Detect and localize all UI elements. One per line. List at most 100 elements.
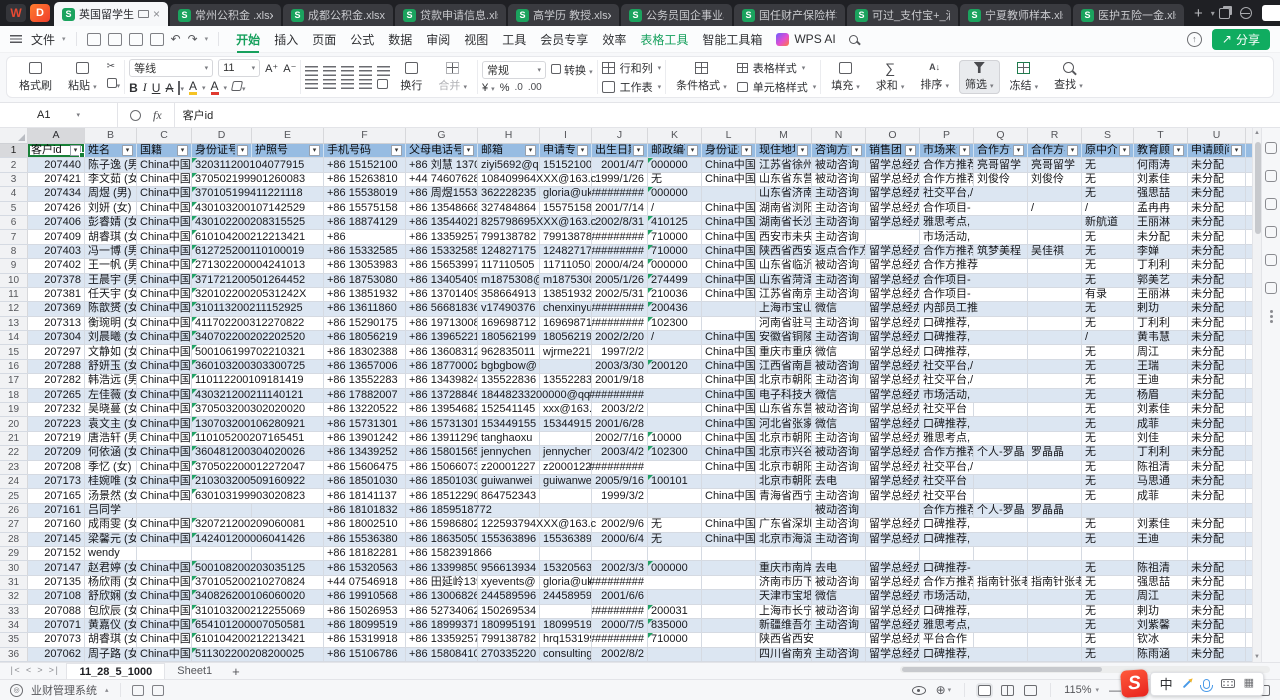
cell[interactable] bbox=[648, 389, 702, 402]
cell[interactable]: China中国 bbox=[137, 288, 192, 301]
cell[interactable]: 864752343 bbox=[478, 489, 540, 502]
cell[interactable]: 山东省菏泽 bbox=[756, 274, 812, 287]
cell[interactable]: 文静如 (女 bbox=[85, 345, 137, 358]
cell[interactable]: +86 1360831276 bbox=[406, 345, 478, 358]
cell[interactable]: 陈祖清 bbox=[1134, 461, 1188, 474]
cell[interactable]: 北京市朝阳 bbox=[756, 432, 812, 445]
cell[interactable] bbox=[974, 360, 1028, 373]
cell[interactable]: China中国 bbox=[137, 345, 192, 358]
orientation-icon[interactable] bbox=[377, 79, 388, 89]
cell[interactable]: 135522836 bbox=[540, 374, 592, 387]
header-cell[interactable]: 护照号▾ bbox=[252, 144, 324, 157]
align-right-icon[interactable] bbox=[341, 79, 354, 89]
cell[interactable]: 口碑推荐, bbox=[920, 605, 974, 618]
cell[interactable]: 合作方推荐 bbox=[920, 576, 974, 589]
cell[interactable]: +86 18753080 bbox=[324, 274, 406, 287]
record-icon[interactable] bbox=[132, 685, 144, 696]
cell[interactable]: 电子科技大 bbox=[756, 389, 812, 402]
cell[interactable]: China中国 bbox=[137, 259, 192, 272]
wps-logo[interactable]: W bbox=[6, 4, 26, 22]
cell[interactable]: 630103199903020823 bbox=[192, 489, 252, 502]
cell[interactable]: 留学总经办 bbox=[866, 633, 920, 646]
bold-button[interactable]: B bbox=[129, 81, 138, 95]
row-header[interactable]: 18 bbox=[0, 389, 28, 402]
file-menu[interactable]: 文件 bbox=[31, 31, 55, 48]
cell[interactable]: 雅思考点, bbox=[920, 216, 974, 229]
cell[interactable]: 上海市长宁 bbox=[756, 605, 812, 618]
cell[interactable]: 微信 bbox=[812, 345, 866, 358]
page-break-view-icon[interactable] bbox=[1001, 685, 1014, 696]
cell[interactable]: 799138782 bbox=[478, 633, 540, 646]
worksheet-button[interactable]: 工作表▾ bbox=[602, 79, 662, 95]
locate-icon[interactable]: ⊕▾ bbox=[936, 683, 952, 697]
cell[interactable]: 留学总经办 bbox=[866, 259, 920, 272]
cell[interactable]: +86 bbox=[324, 230, 406, 243]
cell[interactable]: China中国 bbox=[137, 576, 192, 589]
eraser-button[interactable]: ▾ bbox=[232, 81, 246, 94]
cell[interactable]: 370502200012272047 bbox=[192, 461, 252, 474]
cell[interactable]: +86 1598680231 bbox=[406, 518, 478, 531]
row-header[interactable]: 16 bbox=[0, 360, 28, 373]
cell[interactable]: 被动咨询 bbox=[812, 360, 866, 373]
name-box[interactable]: A1▾ bbox=[0, 103, 118, 127]
select-all-corner[interactable] bbox=[0, 128, 28, 143]
cell[interactable]: 平台合作 bbox=[920, 633, 974, 646]
cell[interactable]: 主动咨询 bbox=[812, 518, 866, 531]
cell[interactable] bbox=[1028, 605, 1082, 618]
cell[interactable]: China中国 bbox=[702, 446, 756, 459]
cell[interactable]: 罗晶晶 bbox=[1028, 446, 1082, 459]
cell[interactable]: +86 刘慧 137052 bbox=[406, 158, 478, 171]
cell[interactable]: 合作方推荐 bbox=[920, 446, 974, 459]
cell[interactable] bbox=[974, 202, 1028, 215]
sort-button[interactable]: A↓ 排序 ▾ bbox=[914, 60, 955, 94]
cell[interactable]: 未分配 bbox=[1188, 561, 1246, 574]
cell[interactable] bbox=[192, 504, 252, 517]
cell[interactable]: China中国 bbox=[702, 288, 756, 301]
cell[interactable]: 未分配 bbox=[1188, 461, 1246, 474]
filter-dropdown-button[interactable]: ▾ bbox=[237, 145, 248, 156]
separate-window-icon[interactable] bbox=[138, 10, 149, 18]
header-cell[interactable]: 咨询方式▾ bbox=[812, 144, 866, 157]
cell[interactable]: 207409 bbox=[28, 230, 85, 243]
row-header[interactable]: 34 bbox=[0, 619, 28, 632]
cell[interactable]: hrq153199 bbox=[540, 633, 592, 646]
cell[interactable]: 207147 bbox=[28, 561, 85, 574]
wrap-text-button[interactable]: 换行 bbox=[394, 60, 428, 95]
cell[interactable]: +86 1582391866 bbox=[406, 547, 478, 560]
cell[interactable]: +86 15320563 bbox=[324, 561, 406, 574]
cell[interactable]: 2001/4/7 bbox=[592, 158, 648, 171]
row-header[interactable]: 27 bbox=[0, 518, 28, 531]
cell[interactable]: 207406 bbox=[28, 216, 85, 229]
system-caret-icon[interactable]: ▴ bbox=[105, 686, 109, 694]
cell[interactable]: +86 1859518772 bbox=[406, 504, 478, 517]
cell[interactable]: +86 1850103098 bbox=[406, 475, 478, 488]
cell[interactable] bbox=[812, 547, 866, 560]
row-header[interactable]: 14 bbox=[0, 331, 28, 344]
cell[interactable] bbox=[974, 518, 1028, 531]
row-header[interactable]: 32 bbox=[0, 590, 28, 603]
cell[interactable]: 微信 bbox=[812, 417, 866, 430]
cell[interactable]: 无 bbox=[1082, 360, 1134, 373]
cell[interactable]: ######### bbox=[592, 461, 648, 474]
header-cell[interactable]: 现住地址▾ bbox=[756, 144, 812, 157]
cell[interactable]: 10000 bbox=[648, 432, 702, 445]
cell[interactable]: 无 bbox=[648, 173, 702, 186]
cell[interactable] bbox=[974, 561, 1028, 574]
cell[interactable]: +86 1580841090 bbox=[406, 648, 478, 661]
cell[interactable]: 西安市未央 bbox=[756, 230, 812, 243]
convert-button[interactable]: 转换 ▾ bbox=[551, 62, 593, 78]
cell[interactable]: 430102200208315525 bbox=[192, 216, 252, 229]
cell[interactable]: +86 1354402198 bbox=[406, 216, 478, 229]
decrease-font-button[interactable]: A⁻ bbox=[283, 62, 296, 75]
cell[interactable]: jennychen bbox=[478, 446, 540, 459]
document-tab[interactable]: S公务员国企事业单 bbox=[621, 4, 732, 26]
cell[interactable] bbox=[1134, 547, 1188, 560]
cell[interactable]: +86 18141137 bbox=[324, 489, 406, 502]
cell[interactable]: 200436 bbox=[648, 302, 702, 315]
cell[interactable]: 962835011 bbox=[478, 345, 540, 358]
cell[interactable]: China中国 bbox=[702, 245, 756, 258]
normal-view-icon[interactable] bbox=[978, 685, 991, 696]
cell[interactable] bbox=[974, 302, 1028, 315]
row-header[interactable]: 13 bbox=[0, 317, 28, 330]
row-header[interactable]: 22 bbox=[0, 446, 28, 459]
